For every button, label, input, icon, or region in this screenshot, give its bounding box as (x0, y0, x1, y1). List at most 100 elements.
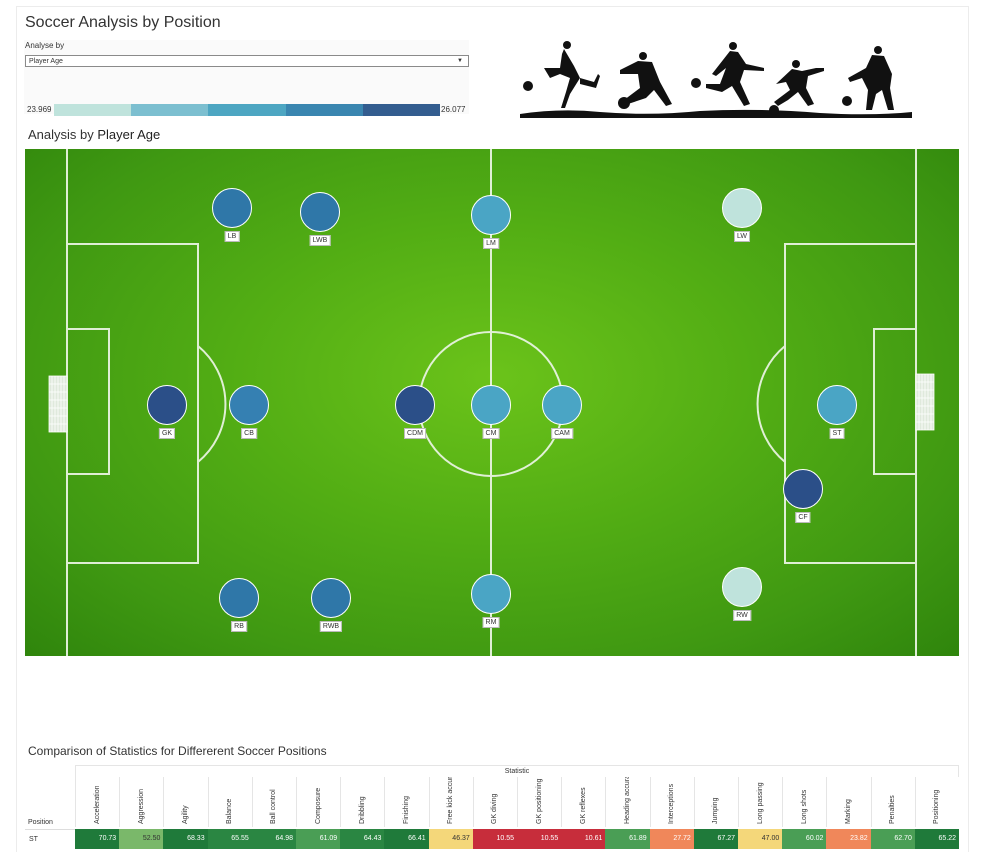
stat-cell[interactable]: 68.33 (163, 829, 208, 849)
position-label-cam: CAM (551, 428, 573, 439)
stat-column-label: Jumping (712, 797, 720, 824)
position-marker-rw[interactable] (722, 567, 762, 607)
stat-column-header[interactable]: GK diving (472, 777, 517, 827)
position-marker-lw[interactable] (722, 188, 762, 228)
position-label-lb: LB (224, 231, 240, 242)
legend-swatch (54, 104, 132, 116)
analyse-by-dropdown[interactable]: Player Age ▼ (25, 55, 469, 67)
stat-cell[interactable]: 10.55 (517, 829, 562, 849)
pitch-title: Analysis by Player Age (28, 127, 161, 142)
position-marker-cm[interactable] (471, 385, 511, 425)
stat-column-label: Long passing (756, 782, 764, 824)
stat-column-header[interactable]: Jumping (693, 777, 738, 827)
stat-column-header[interactable]: GK reflexes (561, 777, 605, 827)
position-marker-lwb[interactable] (300, 192, 340, 232)
position-label-st: ST (829, 428, 845, 439)
stat-column-label: Heading accuracy (624, 777, 632, 824)
stat-cell[interactable]: 62.70 (870, 829, 915, 849)
stat-column-header[interactable]: Penalties (870, 777, 915, 827)
stat-cell[interactable]: 65.55 (207, 829, 252, 849)
stat-cell[interactable]: 66.41 (384, 829, 429, 849)
position-label-lwb: LWB (309, 235, 331, 246)
stat-column-label: Marking (845, 799, 853, 824)
position-label-cm: CM (482, 428, 500, 439)
stat-column-header[interactable]: Acceleration (75, 777, 119, 827)
stat-column-header[interactable]: Marking (826, 777, 870, 827)
stat-cell[interactable]: 64.43 (340, 829, 385, 849)
position-marker-cb[interactable] (229, 385, 269, 425)
position-label-cb: CB (241, 428, 257, 439)
position-label-lm: LM (483, 238, 499, 249)
stat-column-label: Interceptions (668, 783, 676, 824)
stat-column-header[interactable]: Heading accuracy (605, 777, 649, 827)
stat-cell[interactable]: 60.02 (782, 829, 827, 849)
legend-min-value: 23.969 (27, 105, 52, 114)
stat-column-header[interactable]: GK positioning (517, 777, 561, 827)
stat-cell[interactable]: 46.37 (428, 829, 473, 849)
position-label-cf: CF (795, 512, 811, 523)
stat-column-header[interactable]: Ball control (251, 777, 296, 827)
position-label-lw: LW (734, 231, 750, 242)
stats-title: Comparison of Statistics for Differerent… (28, 744, 327, 758)
stat-column-label: Dribbling (358, 796, 366, 824)
stat-cell[interactable]: 23.82 (826, 829, 871, 849)
stat-column-label: Agility (182, 805, 189, 824)
stat-column-header[interactable]: Agility (163, 777, 207, 827)
position-header: Position (28, 819, 53, 826)
stat-column-header[interactable]: Balance (207, 777, 252, 827)
position-marker-lb[interactable] (212, 188, 252, 228)
stat-cell[interactable]: 70.73 (75, 829, 120, 849)
stat-column-header[interactable]: Long shots (782, 777, 826, 827)
stat-column-headers: Acceleration Aggression Agility Balance Ball… (75, 777, 959, 827)
legend-swatch (208, 104, 286, 116)
statistic-group-header: Statistic (75, 765, 959, 777)
stat-cell[interactable]: 61.89 (605, 829, 650, 849)
stat-column-header[interactable]: Interceptions (649, 777, 694, 827)
analyse-by-value: Player Age (29, 58, 63, 65)
position-marker-rm[interactable] (471, 574, 511, 614)
position-marker-st[interactable] (817, 385, 857, 425)
stat-cell[interactable]: 67.27 (693, 829, 739, 849)
stat-column-header[interactable]: Aggression (119, 777, 163, 827)
position-marker-lm[interactable] (471, 195, 511, 235)
legend-swatch (131, 104, 209, 116)
chevron-down-icon: ▼ (457, 58, 463, 64)
stat-column-label: Free kick accuracy (447, 777, 455, 824)
stat-cell[interactable]: 27.72 (649, 829, 694, 849)
stat-cell[interactable]: 52.50 (119, 829, 164, 849)
stat-column-header[interactable]: Free kick accuracy (428, 777, 473, 827)
position-label-gk: GK (158, 428, 176, 439)
stat-column-header[interactable]: Dribbling (340, 777, 384, 827)
position-label-rm: RM (482, 617, 500, 628)
left-goal-net (48, 375, 68, 433)
legend-max-value: 26.077 (441, 105, 466, 114)
stat-column-label: GK diving (491, 793, 499, 824)
stat-column-label: Penalties (889, 795, 897, 824)
position-marker-cf[interactable] (783, 469, 823, 509)
stat-cell[interactable]: 47.00 (738, 829, 783, 849)
stat-column-header[interactable]: Composure (296, 777, 340, 827)
position-marker-rwb[interactable] (311, 578, 351, 618)
color-legend (54, 104, 441, 116)
stat-column-header[interactable]: Finishing (384, 777, 428, 827)
position-marker-gk[interactable] (147, 385, 187, 425)
table-row[interactable]: ST 70.73 52.50 68.33 65.55 64.98 61.09 64.43 66.… (25, 829, 960, 849)
stat-cell[interactable]: 61.09 (296, 829, 341, 849)
stat-cell[interactable]: 10.61 (561, 829, 606, 849)
position-marker-rb[interactable] (219, 578, 259, 618)
position-label-rwb: RWB (319, 621, 343, 632)
row-position-label: ST (25, 829, 75, 849)
position-marker-cdm[interactable] (395, 385, 435, 425)
stat-cell[interactable]: 10.55 (472, 829, 518, 849)
position-label-rw: RW (733, 610, 751, 621)
stat-column-header[interactable]: Positioning (914, 777, 959, 827)
stat-column-label: Balance (226, 798, 234, 824)
position-marker-cam[interactable] (542, 385, 582, 425)
stat-column-label: Ball control (270, 789, 278, 824)
stat-column-label: Acceleration (93, 785, 101, 824)
position-label-cdm: CDM (404, 428, 426, 439)
soccer-pitch: LB LWB LM LW GK CB CDM CM CAM ST CF RB RWB RM RW (25, 149, 959, 656)
stat-column-header[interactable]: Long passing (738, 777, 782, 827)
stat-cell[interactable]: 65.22 (914, 829, 960, 849)
stat-cell[interactable]: 64.98 (251, 829, 297, 849)
